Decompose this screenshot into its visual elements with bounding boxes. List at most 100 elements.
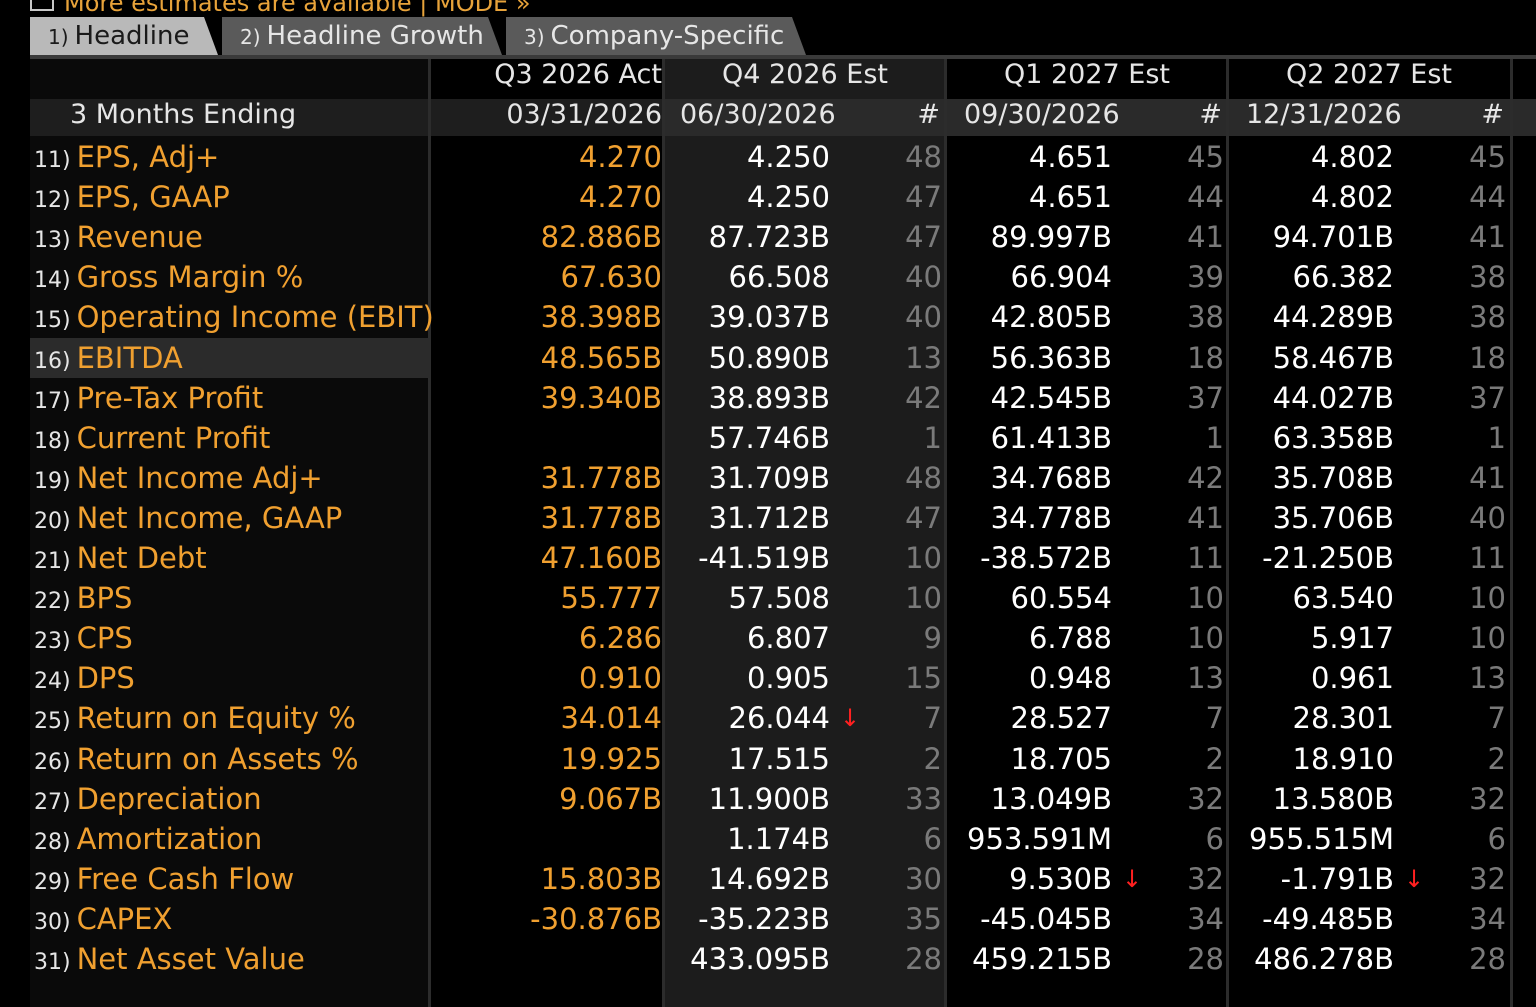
- estimate-count[interactable]: 44: [1454, 177, 1506, 217]
- estimate-count[interactable]: 45: [1454, 137, 1506, 177]
- estimate-count[interactable]: 7: [1172, 698, 1224, 738]
- tab-headline[interactable]: 1) Headline: [30, 17, 218, 55]
- actual-value[interactable]: 19.925: [430, 739, 662, 779]
- estimate-value[interactable]: 31.709B: [664, 458, 830, 498]
- estimate-value[interactable]: 39.037B: [664, 297, 830, 337]
- estimate-count[interactable]: 28: [1172, 939, 1224, 979]
- tab-headline-growth[interactable]: 2) Headline Growth: [222, 17, 502, 55]
- estimate-value[interactable]: 66.508: [664, 257, 830, 297]
- estimate-count[interactable]: 38: [1454, 297, 1506, 337]
- actual-value[interactable]: 6.286: [430, 618, 662, 658]
- estimate-value[interactable]: 44.027B: [1228, 378, 1394, 418]
- estimate-value[interactable]: -41.519B: [664, 538, 830, 578]
- estimate-count[interactable]: 32: [1172, 779, 1224, 819]
- estimate-value[interactable]: 26.044: [664, 698, 830, 738]
- estimate-value[interactable]: -1.791B: [1228, 859, 1394, 899]
- actual-value[interactable]: 55.777: [430, 578, 662, 618]
- actual-value[interactable]: 15.803B: [430, 859, 662, 899]
- estimate-value[interactable]: 4.250: [664, 177, 830, 217]
- estimate-count[interactable]: 15: [890, 658, 942, 698]
- estimate-value[interactable]: 87.723B: [664, 217, 830, 257]
- estimate-count[interactable]: 10: [890, 538, 942, 578]
- estimate-value[interactable]: 4.802: [1228, 137, 1394, 177]
- estimate-value[interactable]: 18.910: [1228, 739, 1394, 779]
- actual-value[interactable]: [430, 418, 662, 458]
- actual-value[interactable]: [430, 939, 662, 979]
- row-label[interactable]: 17) Pre-Tax Profit: [34, 378, 263, 418]
- estimate-value[interactable]: 6.788: [946, 618, 1112, 658]
- estimate-value[interactable]: 486.278B: [1228, 939, 1394, 979]
- table-row[interactable]: 26) Return on Assets % 19.925 17.515 2 18.705…: [30, 739, 1536, 779]
- estimate-count[interactable]: 11: [1454, 538, 1506, 578]
- row-label[interactable]: 19) Net Income Adj+: [34, 458, 323, 498]
- estimate-value[interactable]: 0.948: [946, 658, 1112, 698]
- estimate-value[interactable]: -21.250B: [1228, 538, 1394, 578]
- table-row[interactable]: 16) EBITDA 48.565B 50.890B 13 56.363B 18 58.467…: [30, 337, 1536, 378]
- estimate-count[interactable]: 1: [1454, 418, 1506, 458]
- estimate-count[interactable]: 47: [890, 177, 942, 217]
- estimate-count[interactable]: 32: [1172, 859, 1224, 899]
- estimate-value[interactable]: 4.250: [664, 137, 830, 177]
- estimate-count[interactable]: 13: [1454, 658, 1506, 698]
- estimate-count[interactable]: 41: [1172, 498, 1224, 538]
- estimate-count[interactable]: 6: [1454, 819, 1506, 859]
- estimate-count[interactable]: 18: [1454, 338, 1506, 378]
- table-row[interactable]: 22) BPS 55.777 57.508 10 60.554 10 63.540 10: [30, 578, 1536, 618]
- estimate-count[interactable]: 41: [1454, 458, 1506, 498]
- estimate-count[interactable]: 2: [1172, 739, 1224, 779]
- row-label[interactable]: 27) Depreciation: [34, 779, 262, 819]
- estimate-value[interactable]: -35.223B: [664, 899, 830, 939]
- estimate-value[interactable]: -38.572B: [946, 538, 1112, 578]
- row-label[interactable]: 31) Net Asset Value: [34, 939, 305, 979]
- estimate-count[interactable]: 30: [890, 859, 942, 899]
- estimate-value[interactable]: 38.893B: [664, 378, 830, 418]
- estimate-count[interactable]: 6: [890, 819, 942, 859]
- table-row[interactable]: 27) Depreciation 9.067B 11.900B 33 13.049B 32 1…: [30, 779, 1536, 819]
- estimate-value[interactable]: 955.515M: [1228, 819, 1394, 859]
- actual-value[interactable]: 82.886B: [430, 217, 662, 257]
- estimate-count[interactable]: 32: [1454, 859, 1506, 899]
- estimate-value[interactable]: 5.917: [1228, 618, 1394, 658]
- table-row[interactable]: 25) Return on Equity % 34.014 26.044 ↓ 7 28.52…: [30, 698, 1536, 738]
- estimate-count[interactable]: 41: [1454, 217, 1506, 257]
- estimate-count[interactable]: 11: [1172, 538, 1224, 578]
- estimate-count[interactable]: 38: [1172, 297, 1224, 337]
- estimate-value[interactable]: 63.540: [1228, 578, 1394, 618]
- estimate-count[interactable]: 28: [1454, 939, 1506, 979]
- estimate-count[interactable]: 32: [1454, 779, 1506, 819]
- estimate-value[interactable]: 57.508: [664, 578, 830, 618]
- row-label[interactable]: 28) Amortization: [34, 819, 262, 859]
- estimate-value[interactable]: 42.805B: [946, 297, 1112, 337]
- row-label[interactable]: 24) DPS: [34, 658, 135, 698]
- table-row[interactable]: 31) Net Asset Value 433.095B 28 459.215B 28 48…: [30, 939, 1536, 979]
- table-row[interactable]: 24) DPS 0.910 0.905 15 0.948 13 0.961 13: [30, 658, 1536, 698]
- estimate-count[interactable]: 2: [1454, 739, 1506, 779]
- table-row[interactable]: 15) Operating Income (EBIT) 38.398B 39.037B…: [30, 297, 1536, 337]
- estimate-count[interactable]: 34: [1454, 899, 1506, 939]
- estimate-count[interactable]: 40: [890, 297, 942, 337]
- estimates-banner[interactable]: More estimates are available | MODE »: [30, 0, 531, 17]
- estimate-value[interactable]: 28.527: [946, 698, 1112, 738]
- table-row[interactable]: 29) Free Cash Flow 15.803B 14.692B 30 9.530B ↓…: [30, 859, 1536, 899]
- row-label[interactable]: 23) CPS: [34, 618, 133, 658]
- estimate-count[interactable]: 7: [890, 698, 942, 738]
- estimate-value[interactable]: 953.591M: [946, 819, 1112, 859]
- estimate-count[interactable]: 2: [890, 739, 942, 779]
- estimate-value[interactable]: 0.905: [664, 658, 830, 698]
- estimate-value[interactable]: 56.363B: [946, 338, 1112, 378]
- estimate-value[interactable]: -45.045B: [946, 899, 1112, 939]
- actual-value[interactable]: 4.270: [430, 177, 662, 217]
- row-label[interactable]: 14) Gross Margin %: [34, 257, 303, 297]
- estimate-count[interactable]: 40: [1454, 498, 1506, 538]
- estimate-value[interactable]: 0.961: [1228, 658, 1394, 698]
- actual-value[interactable]: 48.565B: [430, 338, 662, 378]
- actual-value[interactable]: 67.630: [430, 257, 662, 297]
- estimate-value[interactable]: 433.095B: [664, 939, 830, 979]
- estimate-count[interactable]: 10: [1172, 578, 1224, 618]
- estimate-count[interactable]: 13: [890, 338, 942, 378]
- estimate-count[interactable]: 44: [1172, 177, 1224, 217]
- estimate-value[interactable]: 6.807: [664, 618, 830, 658]
- estimate-count[interactable]: 10: [890, 578, 942, 618]
- estimate-value[interactable]: 1.174B: [664, 819, 830, 859]
- actual-value[interactable]: 0.910: [430, 658, 662, 698]
